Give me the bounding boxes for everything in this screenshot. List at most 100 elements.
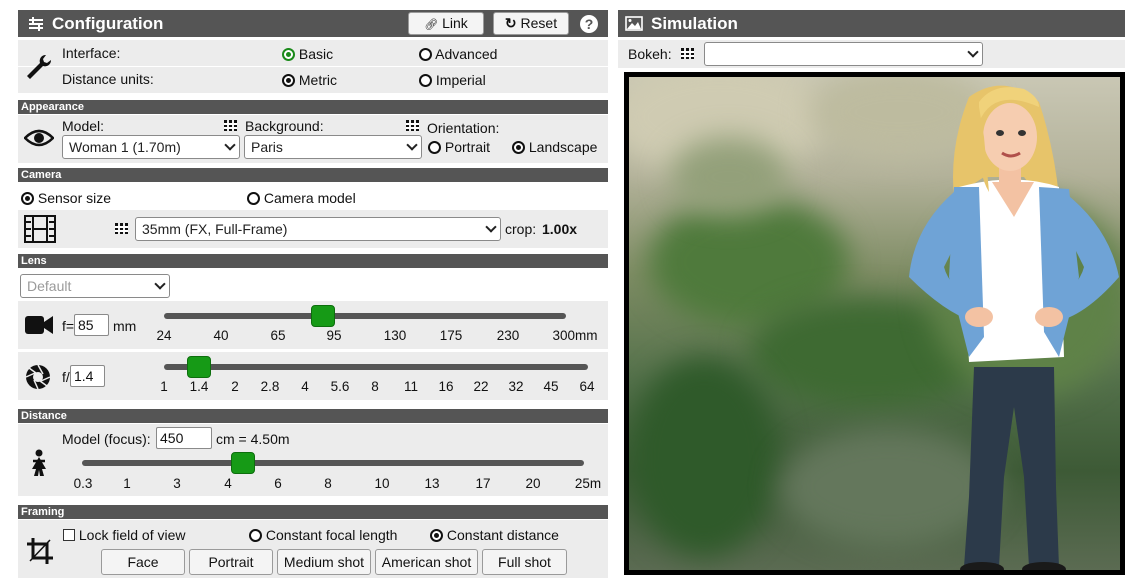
simulation-title: Simulation xyxy=(651,13,738,33)
appearance-section-header: Appearance xyxy=(18,100,608,114)
portrait-radio[interactable] xyxy=(428,141,441,154)
aperture-slider-thumb[interactable] xyxy=(187,356,211,378)
full-shot-button[interactable]: Full shot xyxy=(482,549,567,575)
crop-label: crop: xyxy=(505,221,537,237)
units-imperial-option[interactable]: Imperial xyxy=(419,72,486,88)
distance-tick: 3 xyxy=(173,476,181,491)
help-icon[interactable]: ? xyxy=(580,15,598,33)
distance-tick: 20 xyxy=(525,476,541,491)
sensor-size-radio[interactable] xyxy=(21,192,34,205)
aperture-tick: 32 xyxy=(508,379,524,394)
simulation-preview xyxy=(624,72,1125,575)
distance-tick: 10 xyxy=(374,476,390,491)
background-select[interactable]: Paris xyxy=(244,135,422,159)
distance-slider-thumb[interactable] xyxy=(231,452,255,474)
person-icon xyxy=(32,449,46,476)
lock-fov-option[interactable]: Lock field of view xyxy=(63,527,186,543)
aperture-tick: 11 xyxy=(403,379,419,394)
focal-tick: 300mm xyxy=(552,328,598,343)
american-shot-button[interactable]: American shot xyxy=(375,549,478,575)
distance-tick: 6 xyxy=(274,476,282,491)
aperture-tick: 22 xyxy=(473,379,489,394)
reset-button[interactable]: ↻ Reset xyxy=(493,12,569,35)
orientation-portrait-option[interactable]: Portrait xyxy=(428,139,490,155)
model-label: Model: xyxy=(62,118,105,134)
bokeh-label: Bokeh: xyxy=(628,46,672,62)
focal-tick: 95 xyxy=(326,328,342,343)
distance-tick: 8 xyxy=(324,476,332,491)
aperture-tick: 64 xyxy=(579,379,595,394)
link-button[interactable]: 🔗︎ Link xyxy=(408,12,484,35)
focal-tick: 24 xyxy=(156,328,172,343)
crop-value: 1.00x xyxy=(542,221,578,237)
units-metric-option[interactable]: Metric xyxy=(282,72,337,88)
sensor-select[interactable]: 35mm (FX, Full-Frame) xyxy=(135,217,501,241)
metric-radio[interactable] xyxy=(282,74,295,87)
film-icon xyxy=(24,215,56,243)
constant-distance-option[interactable]: Constant distance xyxy=(430,527,559,543)
aperture-prefix: f/ xyxy=(62,369,70,385)
focal-prefix: f= xyxy=(62,318,75,334)
aperture-tick: 45 xyxy=(543,379,559,394)
eye-icon xyxy=(24,129,54,147)
background-grid-icon[interactable] xyxy=(406,120,419,131)
face-button[interactable]: Face xyxy=(101,549,185,575)
landscape-radio[interactable] xyxy=(512,141,525,154)
interface-basic-option[interactable]: Basic xyxy=(282,46,333,62)
constant-focal-radio[interactable] xyxy=(249,529,262,542)
background-label: Background: xyxy=(245,118,324,134)
aperture-tick: 2.8 xyxy=(260,379,280,394)
lens-preset-select[interactable]: Default xyxy=(20,274,170,298)
distance-slider-track[interactable] xyxy=(82,460,584,466)
model-select[interactable]: Woman 1 (1.70m) xyxy=(62,135,240,159)
orientation-landscape-option[interactable]: Landscape xyxy=(512,139,597,155)
distance-section-header: Distance xyxy=(18,409,608,423)
aperture-icon xyxy=(25,364,51,390)
aperture-slider-track[interactable] xyxy=(164,364,588,370)
model-figure xyxy=(909,85,1119,570)
aperture-tick: 8 xyxy=(371,379,379,394)
aperture-tick: 2 xyxy=(231,379,239,394)
bokeh-grid-icon[interactable] xyxy=(681,48,694,59)
camera-model-radio[interactable] xyxy=(247,192,260,205)
medium-shot-button[interactable]: Medium shot xyxy=(277,549,371,575)
focal-length-input[interactable]: 85 xyxy=(74,314,109,336)
lock-fov-checkbox[interactable] xyxy=(63,529,75,541)
distance-label: Model (focus): xyxy=(62,431,151,447)
camera-model-option[interactable]: Camera model xyxy=(247,190,356,206)
refresh-icon: ↻ xyxy=(504,15,517,31)
aperture-tick: 16 xyxy=(438,379,454,394)
distance-tick: 0.3 xyxy=(73,476,93,491)
sensor-grid-icon[interactable] xyxy=(115,223,128,234)
focal-unit: mm xyxy=(113,318,137,334)
aperture-input[interactable]: 1.4 xyxy=(70,365,105,387)
focal-slider-thumb[interactable] xyxy=(311,305,335,327)
aperture-tick: 5.6 xyxy=(330,379,350,394)
image-icon xyxy=(625,16,643,31)
distance-tick: 1 xyxy=(123,476,131,491)
camera-section-header: Camera xyxy=(18,168,608,182)
sensor-size-option[interactable]: Sensor size xyxy=(21,190,111,206)
distance-input[interactable]: 450 xyxy=(156,427,212,449)
focal-tick: 130 xyxy=(383,328,407,343)
simulation-header: Simulation xyxy=(618,10,1125,37)
portrait-button[interactable]: Portrait xyxy=(189,549,273,575)
link-icon: 🔗︎ xyxy=(424,19,439,31)
distance-tick: 17 xyxy=(475,476,491,491)
basic-radio[interactable] xyxy=(282,48,295,61)
model-grid-icon[interactable] xyxy=(224,120,237,131)
advanced-radio[interactable] xyxy=(419,48,432,61)
lens-section-header: Lens xyxy=(18,254,608,268)
aperture-tick: 4 xyxy=(301,379,309,394)
interface-label: Interface: xyxy=(62,45,121,61)
focal-slider-track[interactable] xyxy=(164,313,566,319)
focal-tick: 175 xyxy=(439,328,463,343)
imperial-radio[interactable] xyxy=(419,74,432,87)
sliders-icon xyxy=(29,16,43,31)
units-label: Distance units: xyxy=(62,71,154,87)
bokeh-select[interactable] xyxy=(704,42,983,66)
constant-focal-option[interactable]: Constant focal length xyxy=(249,527,397,543)
constant-distance-radio[interactable] xyxy=(430,529,443,542)
interface-advanced-option[interactable]: Advanced xyxy=(419,46,497,62)
wrench-icon xyxy=(27,54,52,79)
